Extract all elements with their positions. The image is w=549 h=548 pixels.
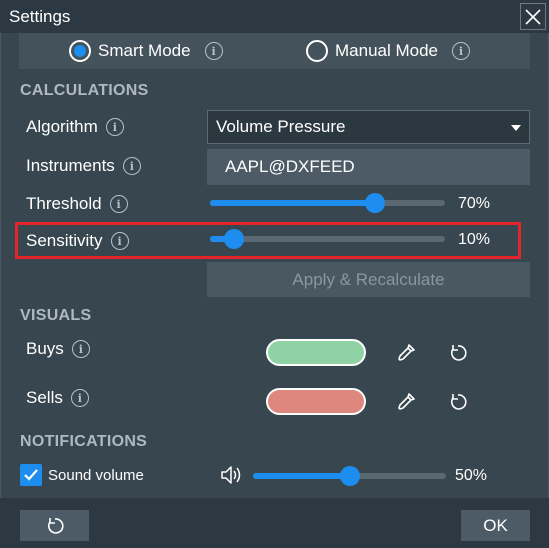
algorithm-label: Algorithm i — [26, 117, 124, 137]
sound-volume-checkbox[interactable] — [20, 464, 42, 486]
info-icon[interactable]: i — [452, 42, 471, 60]
notifications-heading: NOTIFICATIONS — [20, 433, 148, 450]
sound-volume-value: 50% — [455, 467, 488, 484]
instruments-field[interactable]: AAPL@DXFEED — [207, 149, 530, 185]
sensitivity-slider-thumb[interactable] — [223, 229, 244, 249]
eyedropper-icon[interactable] — [395, 342, 417, 364]
instruments-label: Instruments i — [26, 156, 141, 176]
threshold-label-text: Threshold — [26, 194, 102, 213]
threshold-label: Threshold i — [26, 194, 128, 214]
sound-volume-slider-fill — [253, 473, 350, 479]
checkmark-icon — [24, 469, 38, 481]
sound-volume-slider[interactable] — [253, 466, 446, 486]
visuals-heading: VISUALS — [20, 307, 92, 324]
buys-color-swatch[interactable] — [266, 339, 366, 366]
info-icon[interactable]: i — [122, 157, 141, 175]
window-title: Settings — [9, 7, 71, 26]
buys-label-text: Buys — [26, 339, 64, 358]
title-bar: Settings — [0, 0, 549, 33]
sells-color-swatch[interactable] — [266, 388, 366, 415]
threshold-slider-thumb[interactable] — [364, 193, 385, 213]
info-icon[interactable]: i — [110, 232, 129, 250]
sensitivity-label: Sensitivity i — [26, 231, 129, 251]
close-button[interactable] — [520, 3, 546, 30]
manual-mode-radio[interactable] — [306, 40, 328, 62]
reset-all-button[interactable] — [20, 510, 89, 541]
threshold-value: 70% — [458, 195, 491, 212]
smart-mode-option[interactable]: Smart Mode i — [69, 40, 223, 62]
info-icon[interactable]: i — [71, 340, 90, 358]
info-icon[interactable]: i — [109, 195, 128, 213]
close-icon — [525, 8, 541, 25]
sells-label: Sells i — [26, 388, 89, 408]
smart-mode-label: Smart Mode — [98, 41, 191, 60]
manual-mode-option[interactable]: Manual Mode i — [306, 40, 471, 62]
sensitivity-value: 10% — [458, 231, 491, 248]
speaker-icon — [221, 466, 241, 484]
info-icon[interactable]: i — [204, 42, 223, 60]
algorithm-select-value: Volume Pressure — [216, 117, 346, 136]
sound-volume-label: Sound volume — [48, 467, 144, 484]
buys-label: Buys i — [26, 339, 90, 359]
instruments-value: AAPL@DXFEED — [225, 157, 355, 176]
threshold-slider-fill — [210, 200, 375, 206]
calculations-heading: CALCULATIONS — [20, 82, 149, 99]
sound-volume-slider-thumb[interactable] — [339, 466, 360, 486]
algorithm-select[interactable]: Volume Pressure — [207, 110, 530, 144]
reset-icon — [47, 517, 64, 534]
smart-mode-radio[interactable] — [69, 40, 91, 62]
caret-down-icon — [511, 125, 521, 131]
reset-icon[interactable] — [447, 391, 469, 413]
radio-selected-dot — [74, 45, 86, 57]
apply-recalculate-button[interactable]: Apply & Recalculate — [207, 262, 530, 297]
info-icon[interactable]: i — [105, 118, 124, 136]
sensitivity-label-text: Sensitivity — [26, 231, 103, 250]
threshold-slider[interactable] — [210, 193, 445, 213]
instruments-label-text: Instruments — [26, 156, 115, 175]
sells-label-text: Sells — [26, 388, 63, 407]
eyedropper-icon[interactable] — [395, 391, 417, 413]
manual-mode-label: Manual Mode — [335, 41, 439, 60]
info-icon[interactable]: i — [70, 389, 89, 407]
reset-icon[interactable] — [447, 342, 469, 364]
algorithm-label-text: Algorithm — [26, 117, 98, 136]
mode-selector: Smart Mode i Manual Mode i — [19, 33, 530, 69]
sensitivity-slider[interactable] — [210, 229, 445, 249]
ok-button[interactable]: OK — [461, 510, 530, 541]
